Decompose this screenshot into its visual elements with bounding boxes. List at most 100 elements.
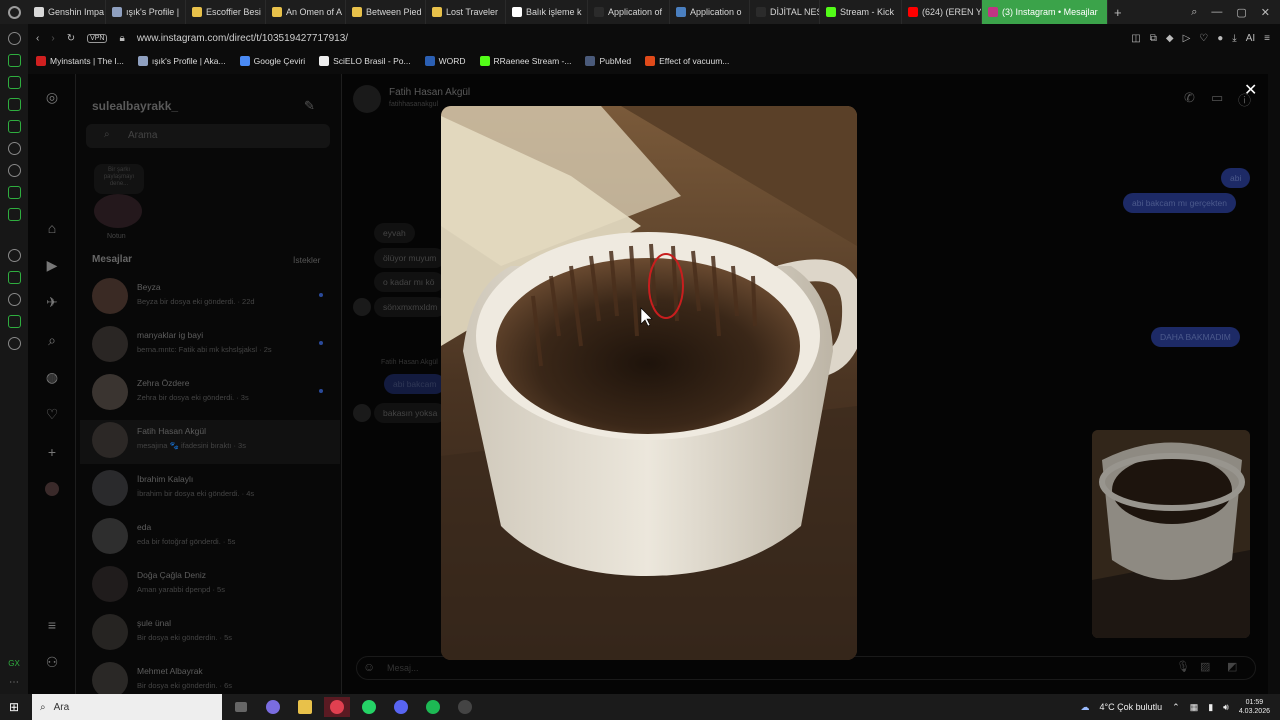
weather-icon[interactable]: ☁ (1081, 702, 1090, 713)
file-explorer-icon[interactable] (292, 697, 318, 717)
back-icon[interactable]: ‹ (36, 33, 39, 44)
browser-tab[interactable]: Application o (670, 0, 750, 24)
download-icon[interactable]: ⤓ (1232, 33, 1236, 44)
bookmark-item[interactable]: PubMed (585, 56, 631, 66)
phone-call-icon[interactable]: ✆ (1184, 90, 1195, 106)
browser-tab[interactable]: Stream - Kick (820, 0, 902, 24)
maximize-icon[interactable]: ▢ (1236, 6, 1246, 19)
chat-photo-thumbnail[interactable] (1092, 430, 1250, 638)
close-viewer-icon[interactable]: ✕ (1244, 83, 1258, 99)
instagram-sidebar-icon[interactable] (7, 164, 21, 177)
conversation-row[interactable]: Zehra Özdere Zehra bir dosya eki gönderdi… (92, 372, 332, 416)
note-avatar[interactable] (94, 194, 142, 228)
note-bubble[interactable]: Bir şarkı paylaşmayı dene... (94, 164, 144, 194)
url-field[interactable]: www.instagram.com/direct/t/1035194277179… (137, 33, 348, 44)
whatsapp-icon[interactable] (7, 142, 21, 155)
camera-icon[interactable]: ◫ (1131, 33, 1140, 44)
browser-tab[interactable]: Application of (588, 0, 670, 24)
image-upload-icon[interactable]: ▨ (1200, 660, 1210, 673)
tray-chevron-icon[interactable]: ⌃ (1172, 702, 1180, 713)
clock[interactable]: 01:59 4.03.2026 (1239, 698, 1270, 716)
spotify-taskbar-icon[interactable] (420, 697, 446, 717)
bookmark-item[interactable]: WORD (424, 56, 466, 66)
reload-icon[interactable]: ↻ (67, 33, 75, 44)
bookmark-item[interactable]: ışık's Profile | Aka... (137, 56, 226, 66)
shield-icon[interactable]: ◆ (1166, 33, 1174, 44)
weather-text[interactable]: 4°C Çok bulutlu (1100, 702, 1163, 712)
browser-tab[interactable]: Balık işleme k (506, 0, 588, 24)
browser-tab[interactable]: (3) Instagram • Mesajlar (982, 0, 1108, 24)
conversation-row[interactable]: manyaklar ig bayi berna.mntc: Fatik abi m… (92, 324, 332, 368)
player-icon[interactable] (7, 249, 21, 262)
reels-icon[interactable]: ▶ (44, 257, 60, 273)
volume-icon[interactable]: 🔊︎ (1223, 702, 1229, 713)
sticker-icon[interactable]: ◩ (1227, 660, 1237, 673)
opera-gx-taskbar-icon[interactable] (324, 697, 350, 717)
create-plus-icon[interactable]: + (44, 444, 60, 460)
browser-tab[interactable]: Escoffier Besi (186, 0, 266, 24)
microphone-icon[interactable]: 🎙︎ (1176, 660, 1190, 673)
browser-tab[interactable]: Lost Traveler (426, 0, 506, 24)
history-icon[interactable] (7, 32, 21, 45)
network-icon[interactable]: ▦ (1190, 702, 1199, 713)
home-icon[interactable]: ⌂ (44, 220, 60, 236)
search-icon[interactable]: ⌕ (44, 332, 60, 348)
profile-icon[interactable]: ● (1217, 33, 1223, 44)
menu-hamburger-icon[interactable]: ≡ (44, 617, 60, 633)
conversation-row[interactable]: Fatih Hasan Akgül mesajına 🐾 ifadesini bı… (80, 420, 340, 464)
twitch-sidebar-icon[interactable] (7, 120, 21, 133)
bookmark-item[interactable]: RRaenee Stream -... (479, 56, 571, 66)
start-icon[interactable]: ⊞ (9, 700, 19, 714)
play-icon[interactable]: ▷ (1183, 33, 1191, 44)
gx-icon[interactable]: GX (8, 659, 20, 668)
snapshot-icon[interactable]: ⧉ (1150, 33, 1157, 44)
discord-sidebar-icon[interactable] (7, 208, 21, 221)
browser-tab[interactable]: Between Pied (346, 0, 426, 24)
browser-tab[interactable]: ışık's Profile | (106, 0, 186, 24)
contact-avatar[interactable] (353, 85, 381, 113)
contact-name[interactable]: Fatih Hasan Akgül (389, 87, 470, 98)
new-message-icon[interactable]: ✎ (304, 98, 315, 114)
search-input[interactable]: Arama (86, 124, 330, 148)
chrome-taskbar-icon[interactable] (452, 697, 478, 717)
more-icon[interactable]: ⋯ (9, 677, 19, 688)
notifications-heart-icon[interactable]: ♡ (44, 406, 60, 422)
requests-link[interactable]: İstekler (293, 255, 320, 265)
task-view-icon[interactable] (228, 697, 254, 717)
whatsapp-taskbar-icon[interactable] (356, 697, 382, 717)
bookmark-item[interactable]: Effect of vacuum... (645, 56, 729, 66)
emoji-icon[interactable]: ☺ (363, 660, 375, 674)
browser-tab[interactable]: DİJİTAL NESN (750, 0, 820, 24)
discord-taskbar-icon[interactable] (388, 697, 414, 717)
heart-icon[interactable]: ♡ (1199, 33, 1208, 44)
close-window-icon[interactable]: ✕ (1261, 6, 1270, 19)
account-switcher[interactable]: sulealbayrakk_ (92, 99, 178, 113)
conversation-row[interactable]: şule ünal Bir dosya eki gönderdin. · 5s (92, 612, 332, 656)
conversation-row[interactable]: Doğa Çağla Deniz Aman yarabbi dpenpd · 5s (92, 564, 332, 608)
clock-icon[interactable] (7, 293, 21, 306)
photo-viewer-image[interactable] (441, 106, 857, 660)
new-tab-button[interactable]: + (1108, 5, 1128, 20)
conversation-row[interactable]: eda eda bir fotoğraf gönderdi. · 5s (92, 516, 332, 560)
minimize-icon[interactable]: — (1211, 6, 1222, 19)
x-twitter-icon[interactable] (7, 186, 21, 199)
opera-logo-icon[interactable] (0, 0, 28, 24)
messages-icon[interactable]: ✈ (44, 294, 60, 310)
browser-tab[interactable]: An Omen of A (266, 0, 346, 24)
taskbar-search[interactable]: ⌕ Ara (32, 694, 222, 720)
bookmark-item[interactable]: SciELO Brasil - Po... (319, 56, 411, 66)
bookmark-item[interactable]: Google Çeviri (239, 56, 305, 66)
ai-icon[interactable]: AI (1246, 33, 1255, 44)
profile-avatar-icon[interactable] (44, 481, 60, 497)
explore-icon[interactable]: ◍ (44, 369, 60, 385)
vpn-badge[interactable]: VPN (87, 33, 108, 43)
browser-tab[interactable]: (624) (EREN Y (902, 0, 982, 24)
copilot-icon[interactable] (260, 697, 286, 717)
conversation-row[interactable]: Beyza Beyza bir dosya eki gönderdi. · 22d (92, 276, 332, 320)
browser-tab[interactable]: Genshin Impa (28, 0, 106, 24)
instagram-logo-icon[interactable]: ◎ (44, 89, 60, 105)
whatsapp-sidebar-icon[interactable] (7, 76, 21, 89)
aria-icon[interactable] (7, 54, 21, 67)
bookmark-item[interactable]: Myinstants | The I... (36, 56, 124, 66)
video-call-icon[interactable]: ▭ (1211, 90, 1223, 106)
